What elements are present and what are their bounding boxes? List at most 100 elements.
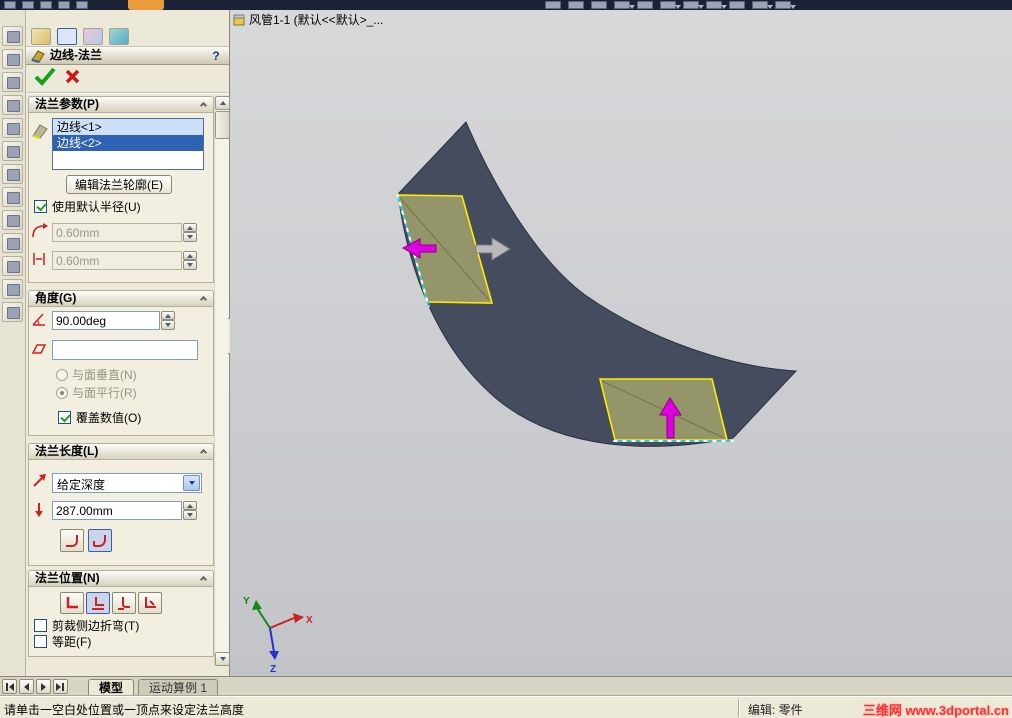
watermark: 三维网 www.3dportal.cn bbox=[862, 703, 1009, 718]
use-default-radius-checkbox[interactable] bbox=[34, 200, 47, 213]
override-value-checkbox[interactable] bbox=[58, 411, 71, 424]
status-bar: 请单击一空白处位置或一顶点来设定法兰高度 编辑: 零件 三维网 www.3dpo… bbox=[0, 696, 1012, 718]
scroll-down-icon[interactable] bbox=[215, 652, 230, 666]
cancel-x-icon bbox=[65, 69, 80, 84]
group-label: 法兰位置(N) bbox=[35, 571, 100, 585]
pan-icon[interactable] bbox=[637, 1, 653, 9]
features-toolbar-icon-2[interactable] bbox=[2, 49, 23, 69]
edge-flange-icon bbox=[31, 50, 45, 63]
features-toolbar-icon-12[interactable] bbox=[2, 279, 23, 299]
tab-motion-study[interactable]: 运动算例 1 bbox=[138, 679, 219, 697]
features-toolbar-icon-9[interactable] bbox=[2, 210, 23, 230]
third-party-tab[interactable] bbox=[109, 28, 129, 45]
collapse-chevron-icon bbox=[199, 448, 208, 457]
end-condition-combobox[interactable]: 给定深度 bbox=[52, 473, 202, 493]
edit-flange-profile-button[interactable]: 编辑法兰轮廓(E) bbox=[66, 175, 172, 194]
edge-list-item-2[interactable]: 边线<2> bbox=[53, 135, 203, 151]
standard-views-icon[interactable] bbox=[660, 1, 681, 9]
zoom-to-fit-icon[interactable] bbox=[545, 1, 561, 9]
apply-scene-icon[interactable] bbox=[752, 1, 773, 9]
scroll-up-icon[interactable] bbox=[215, 96, 230, 110]
status-mode: 编辑: 零件 bbox=[748, 703, 803, 717]
graphics-viewport[interactable]: 风管1-1 (默认<<默认>_... X Y Z bbox=[230, 10, 1012, 676]
features-toolbar-icon-1[interactable] bbox=[2, 26, 23, 46]
feature-manager-tab[interactable] bbox=[31, 28, 51, 45]
scrollbar-thumb[interactable] bbox=[215, 111, 230, 139]
features-toolbar-icon-10[interactable] bbox=[2, 233, 23, 253]
angle-spinner[interactable] bbox=[161, 311, 175, 330]
features-toolbar-icon-7[interactable] bbox=[2, 164, 23, 184]
gap-distance-field bbox=[52, 251, 182, 270]
edge-list-item-1[interactable]: 边线<1> bbox=[53, 119, 203, 135]
ok-check-icon bbox=[34, 67, 56, 86]
gap-distance-icon bbox=[33, 253, 45, 265]
z-axis-label: Z bbox=[270, 664, 276, 675]
panel-scrollbar[interactable] bbox=[214, 96, 230, 666]
bend-radius-icon bbox=[32, 223, 48, 238]
property-manager-tab[interactable] bbox=[57, 28, 77, 45]
tab-model[interactable]: 模型 bbox=[88, 679, 135, 697]
combo-dropdown-icon[interactable] bbox=[183, 475, 200, 491]
features-toolbar-icon-11[interactable] bbox=[2, 256, 23, 276]
next-tab-button[interactable] bbox=[36, 679, 51, 694]
material-outside-button[interactable] bbox=[86, 592, 110, 614]
parallel-to-face-radio bbox=[56, 387, 68, 399]
hide-show-items-icon[interactable] bbox=[706, 1, 727, 9]
parallel-to-face-label: 与面平行(R) bbox=[72, 386, 137, 400]
features-toolbar-icon-5[interactable] bbox=[2, 118, 23, 138]
active-menu-highlight[interactable] bbox=[128, 0, 164, 10]
reference-face-field[interactable] bbox=[52, 340, 198, 360]
offset-checkbox[interactable] bbox=[34, 635, 47, 648]
save-icon[interactable] bbox=[40, 1, 52, 9]
status-divider bbox=[738, 699, 740, 717]
group-header-flange-length[interactable]: 法兰长度(L) bbox=[28, 443, 214, 460]
outer-virtual-sharp-button[interactable] bbox=[60, 529, 84, 552]
depth-field[interactable] bbox=[52, 501, 182, 520]
angle-field[interactable] bbox=[52, 311, 160, 330]
group-header-angle[interactable]: 角度(G) bbox=[28, 290, 214, 307]
material-inside-button[interactable] bbox=[60, 592, 84, 614]
group-header-flange-position[interactable]: 法兰位置(N) bbox=[28, 570, 214, 587]
features-toolbar-icon-8[interactable] bbox=[2, 187, 23, 207]
bend-from-virtual-sharp-button[interactable] bbox=[138, 592, 162, 614]
edit-appearance-icon[interactable] bbox=[729, 1, 745, 9]
perpendicular-to-face-radio bbox=[56, 369, 68, 381]
display-style-icon[interactable] bbox=[683, 1, 704, 9]
features-toolbar-icon-3[interactable] bbox=[2, 72, 23, 92]
cancel-button[interactable] bbox=[64, 68, 81, 88]
x-axis-label: X bbox=[306, 615, 313, 626]
trim-side-bends-checkbox[interactable] bbox=[34, 619, 47, 632]
features-toolbar-icon-6[interactable] bbox=[2, 141, 23, 161]
zoom-area-icon[interactable] bbox=[568, 1, 584, 9]
features-toolbar-icon-13[interactable] bbox=[2, 302, 23, 322]
edge-list-box[interactable]: 边线<1> 边线<2> bbox=[52, 118, 204, 170]
z-axis-arrow-icon bbox=[269, 651, 279, 660]
top-toolbar bbox=[0, 0, 1012, 10]
group-header-flange-parameters[interactable]: 法兰参数(P) bbox=[28, 96, 214, 113]
ok-button[interactable] bbox=[33, 66, 57, 90]
zoom-in-out-icon[interactable] bbox=[591, 1, 607, 9]
divider bbox=[28, 92, 227, 94]
section-view-icon[interactable] bbox=[775, 1, 796, 9]
first-tab-button[interactable] bbox=[2, 679, 17, 694]
group-label: 角度(G) bbox=[35, 291, 77, 305]
bend-radius-field bbox=[52, 223, 182, 242]
trim-side-bends-label: 剪裁侧边折弯(T) bbox=[52, 619, 140, 633]
help-button[interactable]: ? bbox=[209, 48, 223, 63]
bend-outside-position-icon bbox=[118, 597, 130, 610]
last-tab-button[interactable] bbox=[53, 679, 68, 694]
depth-spinner[interactable] bbox=[183, 501, 197, 520]
features-toolbar-icon-4[interactable] bbox=[2, 95, 23, 115]
perpendicular-to-face-label: 与面垂直(N) bbox=[72, 368, 137, 382]
inner-virtual-sharp-button[interactable] bbox=[88, 529, 112, 552]
rotate-view-icon[interactable] bbox=[614, 1, 635, 9]
print-icon[interactable] bbox=[58, 1, 70, 9]
previous-tab-button[interactable] bbox=[19, 679, 34, 694]
undo-icon[interactable] bbox=[76, 1, 88, 9]
bend-outside-position-button[interactable] bbox=[112, 592, 136, 614]
new-document-icon[interactable] bbox=[4, 1, 16, 9]
use-default-radius-label: 使用默认半径(U) bbox=[52, 200, 141, 214]
configuration-manager-tab[interactable] bbox=[83, 28, 103, 45]
bend-outside-icon bbox=[66, 534, 78, 547]
open-document-icon[interactable] bbox=[22, 1, 34, 9]
